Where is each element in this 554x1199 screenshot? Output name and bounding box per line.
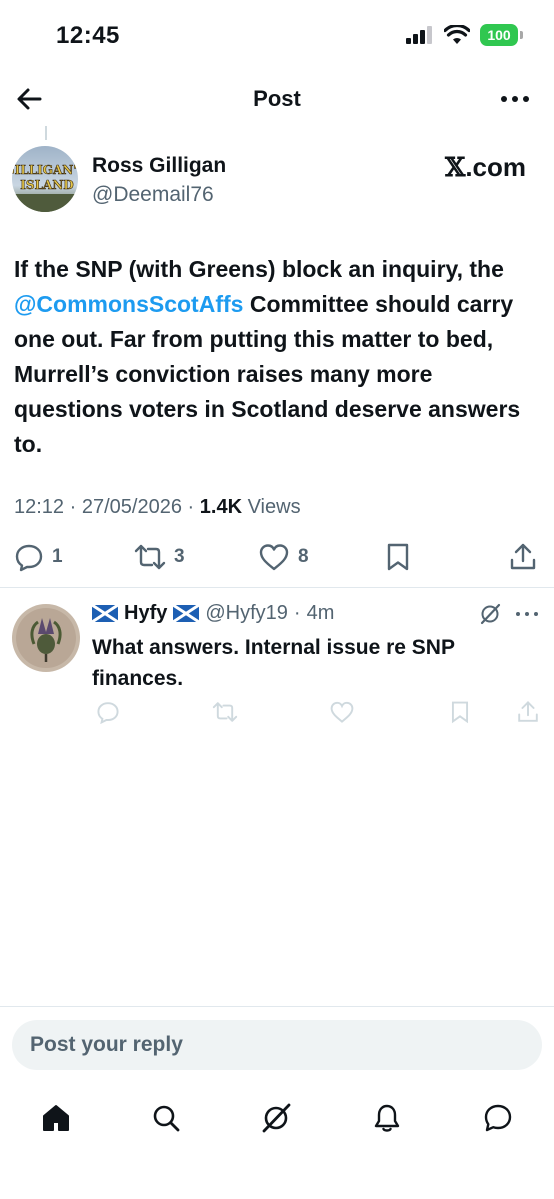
scotland-flag-icon — [173, 605, 200, 622]
post-body-text-start: If the SNP (with Greens) block an inquir… — [14, 256, 504, 282]
meta-separator: · — [187, 496, 195, 518]
avatar-logo-text-bottom: ISLAND — [20, 178, 73, 192]
reply-button[interactable]: 1 — [14, 542, 63, 572]
reply-author-name[interactable]: Hyfy — [124, 602, 167, 625]
scotland-flag-icon — [92, 605, 118, 622]
status-time: 12:45 — [56, 22, 120, 49]
more-horizontal-icon[interactable] — [514, 602, 540, 626]
post-time: 12:12 — [14, 496, 65, 518]
nav-header: Post — [0, 74, 554, 124]
post-body: If the SNP (with Greens) block an inquir… — [14, 252, 544, 462]
reply-action-bar — [0, 700, 554, 730]
repost-button[interactable]: 3 — [134, 542, 185, 572]
wifi-icon — [444, 25, 470, 44]
reply-icon — [15, 544, 43, 572]
mention-link[interactable]: @CommonsScotAffs — [14, 291, 243, 317]
heart-icon[interactable] — [329, 700, 355, 724]
reply-header: Hyfy @Hyfy19 · 4m — [92, 602, 334, 625]
views-label: Views — [247, 496, 301, 518]
tab-home[interactable] — [38, 1100, 74, 1136]
status-icons: 100 — [406, 24, 523, 46]
page-title: Post — [253, 86, 301, 111]
grok-icon — [262, 1103, 291, 1133]
avatar[interactable]: GILLIGAN'S ISLAND — [12, 146, 78, 212]
reply-input-placeholder: Post your reply — [30, 1033, 183, 1056]
thread-line — [45, 126, 47, 140]
share-icon — [510, 543, 536, 570]
tab-grok[interactable] — [258, 1100, 294, 1136]
divider — [0, 587, 554, 588]
tab-search[interactable] — [148, 1100, 184, 1136]
post-action-bar: 1 3 8 — [0, 536, 554, 580]
source-label-rest: .com — [465, 152, 526, 182]
like-button[interactable]: 8 — [258, 542, 309, 572]
repost-count: 3 — [174, 546, 185, 567]
share-icon[interactable] — [516, 700, 540, 724]
heart-icon — [259, 544, 289, 571]
grok-icon[interactable] — [478, 602, 502, 626]
bottom-tab-bar — [0, 1090, 554, 1150]
chat-bubble-icon — [484, 1104, 512, 1132]
avatar[interactable] — [12, 604, 80, 672]
status-bar: 12:45 100 — [0, 0, 554, 74]
battery-indicator: 100 — [480, 24, 523, 46]
reply-time: 4m — [306, 602, 335, 624]
like-count: 8 — [298, 546, 309, 567]
share-button[interactable] — [508, 542, 538, 572]
search-icon — [153, 1105, 180, 1132]
bookmark-icon[interactable] — [449, 700, 471, 724]
bell-icon — [374, 1104, 400, 1132]
bookmark-icon — [387, 543, 409, 571]
tab-notifications[interactable] — [369, 1100, 405, 1136]
views-count[interactable]: 1.4K — [200, 496, 242, 518]
post-author-row: GILLIGAN'S ISLAND Ross Gilligan @Deemail… — [0, 140, 554, 220]
reply-text: What answers. Internal issue re SNP fina… — [92, 636, 455, 690]
bookmark-button[interactable] — [384, 542, 412, 572]
repost-icon[interactable] — [212, 700, 238, 724]
author-handle[interactable]: @Deemail76 — [92, 183, 214, 207]
reply-icon[interactable] — [96, 700, 120, 724]
home-icon — [43, 1105, 69, 1131]
reply-count: 1 — [52, 546, 63, 567]
reply-item[interactable]: Hyfy @Hyfy19 · 4m What answers. Internal… — [0, 590, 554, 740]
meta-separator: · — [69, 496, 77, 518]
post-date: 27/05/2026 — [81, 496, 182, 518]
more-horizontal-icon[interactable] — [498, 84, 532, 114]
source-label: 𝕏.com — [445, 152, 526, 183]
repost-icon — [134, 544, 166, 570]
reply-input[interactable]: Post your reply — [12, 1020, 542, 1070]
tab-messages[interactable] — [480, 1100, 516, 1136]
signal-icon — [406, 26, 432, 44]
reply-separator: · — [293, 602, 301, 624]
source-label-x: 𝕏 — [445, 153, 466, 183]
reply-author-handle[interactable]: @Hyfy19 — [205, 602, 288, 625]
avatar-logo-text-top: GILLIGAN'S — [12, 163, 78, 177]
author-name[interactable]: Ross Gilligan — [92, 154, 226, 178]
post-meta: 12:12 · 27/05/2026 · 1.4K Views — [14, 496, 301, 519]
divider — [0, 1006, 554, 1007]
